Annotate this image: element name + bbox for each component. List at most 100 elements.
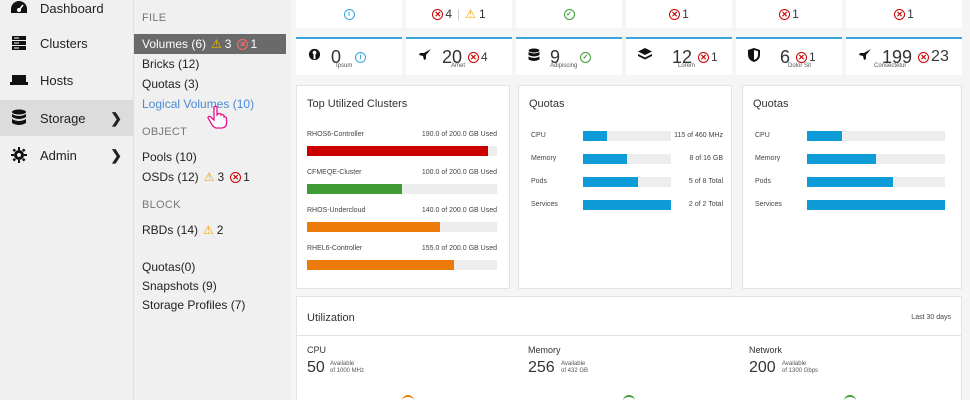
- submenu-snapshots[interactable]: Snapshots (9): [142, 279, 217, 293]
- quota-value: 115 of 460 MHz: [674, 132, 723, 139]
- card-title: Quotas: [753, 98, 789, 110]
- metric-total: of 1000 MHz: [330, 368, 365, 374]
- top-card-4: ✕ 1: [626, 0, 732, 28]
- ok-icon: ✓: [580, 51, 592, 63]
- status-label: Consectetur: [874, 63, 907, 69]
- ok-icon: ✓: [563, 8, 575, 20]
- quota-bar: [807, 177, 945, 187]
- status-card-dolor-sit[interactable]: 6 Dolor Sit ✕ 1: [736, 37, 842, 75]
- submenu-quotas-0[interactable]: Quotas(0): [142, 260, 195, 274]
- submenu-storage-profiles[interactable]: Storage Profiles (7): [142, 298, 245, 312]
- nav-clusters[interactable]: Clusters: [0, 25, 134, 61]
- chevron-right-icon: ❯: [110, 109, 122, 126]
- quotas-card-1: Quotas CPU 115 of 460 MHz Memory 8 of 16 GB…: [518, 85, 732, 289]
- error-count: 4: [481, 50, 488, 64]
- submenu-logical-volumes[interactable]: Logical Volumes (10): [142, 97, 254, 111]
- nav-admin[interactable]: Admin ❯: [0, 137, 134, 173]
- metric-total: of 1300 Gbps: [782, 368, 819, 374]
- metric-available: 200: [749, 359, 776, 376]
- quota-name: Services: [755, 201, 782, 208]
- cluster-usage-bar: [307, 146, 497, 156]
- submenu-rbds[interactable]: RBDs (14) ⚠ 2: [142, 223, 223, 237]
- quota-fill: [583, 131, 607, 141]
- utilization-range[interactable]: Last 30 days: [911, 314, 951, 321]
- quota-name: Pods: [755, 178, 771, 185]
- quota-fill: [583, 177, 638, 187]
- submenu-volumes-label: Volumes (6): [142, 37, 207, 51]
- error-icon: ✕: [779, 8, 791, 20]
- status-card-lorem[interactable]: 12 Lorem ✕ 1: [626, 37, 732, 75]
- error-count: 1: [907, 7, 914, 21]
- status-label: Amet: [451, 63, 466, 69]
- rebel-icon: [308, 48, 321, 66]
- status-label: Lorem: [678, 63, 696, 69]
- usage-fill: [307, 146, 488, 156]
- error-count: 23: [931, 48, 949, 65]
- quota-value: 2 of 2 Total: [688, 201, 723, 208]
- error-count: 1: [243, 170, 250, 184]
- submenu-bricks[interactable]: Bricks (12): [142, 57, 199, 71]
- quota-fill: [583, 200, 671, 210]
- quota-fill: [583, 154, 627, 164]
- submenu-quotas[interactable]: Quotas (3): [142, 77, 199, 91]
- submenu-volumes[interactable]: Volumes (6) ⚠ 3 ✕ 1: [134, 34, 286, 54]
- donut-chart: [402, 395, 414, 400]
- top-card-5: ✕ 1: [736, 0, 842, 28]
- metric-name: Network: [749, 345, 783, 355]
- usage-fill: [307, 222, 440, 232]
- nav-storage[interactable]: Storage ❯: [0, 100, 134, 136]
- donut-chart: [623, 395, 635, 400]
- warning-icon: ⚠: [203, 223, 214, 237]
- error-icon: ✕: [918, 51, 930, 63]
- info-icon: i: [343, 8, 355, 20]
- metric-available: 50: [307, 359, 325, 376]
- error-icon: ✕: [432, 8, 444, 20]
- error-icon: ✕: [468, 51, 480, 63]
- quota-name: CPU: [531, 132, 546, 139]
- status-card-adipiscing[interactable]: 9 Adipiscing ✓: [516, 37, 622, 75]
- status-label: Dolor Sit: [788, 63, 812, 69]
- primary-nav: Dashboard Clusters Hosts Storage ❯ Admin…: [0, 0, 134, 400]
- nav-admin-label: Admin: [40, 147, 77, 163]
- status-card-amet[interactable]: 20 Amet ✕ 4: [406, 37, 512, 75]
- cluster-usage: 140.0 of 200.0 GB Used: [421, 207, 497, 214]
- top-card-6: ✕ 1: [846, 0, 962, 28]
- database-icon: [528, 48, 540, 67]
- status-card-ipsum[interactable]: 0 Ipsum i: [296, 37, 402, 75]
- cluster-usage: 100.0 of 200.0 GB Used: [421, 169, 497, 176]
- stack-icon: [638, 48, 652, 66]
- warning-count: 2: [216, 223, 224, 237]
- nav-storage-label: Storage: [40, 110, 86, 126]
- rocket-icon: [858, 48, 872, 67]
- quota-bar: [583, 154, 671, 164]
- database-icon: [7, 109, 31, 127]
- nav-hosts[interactable]: Hosts: [0, 62, 134, 98]
- status-card-consectetur[interactable]: 199 Consectetur ✕ 23: [846, 37, 962, 75]
- section-heading-object: OBJECT: [142, 126, 188, 138]
- rocket-icon: [418, 48, 432, 67]
- status-label: Ipsum: [336, 63, 353, 69]
- cluster-name: RHOS-Undercloud: [307, 207, 366, 214]
- quota-bar: [807, 131, 945, 141]
- submenu-osds[interactable]: OSDs (12) ⚠ 3 ✕ 1: [142, 170, 250, 184]
- quota-fill: [807, 154, 876, 164]
- shield-icon: [748, 47, 760, 67]
- hand-cursor-icon: [206, 105, 228, 134]
- quota-name: Services: [531, 201, 558, 208]
- error-count: 1: [711, 50, 718, 64]
- nav-clusters-label: Clusters: [40, 35, 88, 51]
- donut-chart: [844, 395, 856, 400]
- cluster-usage-bar: [307, 260, 497, 270]
- submenu-pools[interactable]: Pools (10): [142, 150, 197, 164]
- error-icon: ✕: [237, 38, 249, 50]
- warning-count: 1: [478, 7, 486, 21]
- quota-fill: [807, 177, 894, 187]
- top-card-2: ✕ 4 | ⚠ 1: [406, 0, 512, 28]
- cluster-usage: 190.0 of 200.0 GB Used: [421, 131, 497, 138]
- warning-count: 3: [217, 170, 225, 184]
- usage-fill: [307, 184, 402, 194]
- host-icon: [7, 74, 31, 86]
- nav-dashboard[interactable]: Dashboard: [0, 0, 134, 26]
- status-label: Adipiscing: [550, 63, 578, 69]
- error-count: 1: [809, 50, 816, 64]
